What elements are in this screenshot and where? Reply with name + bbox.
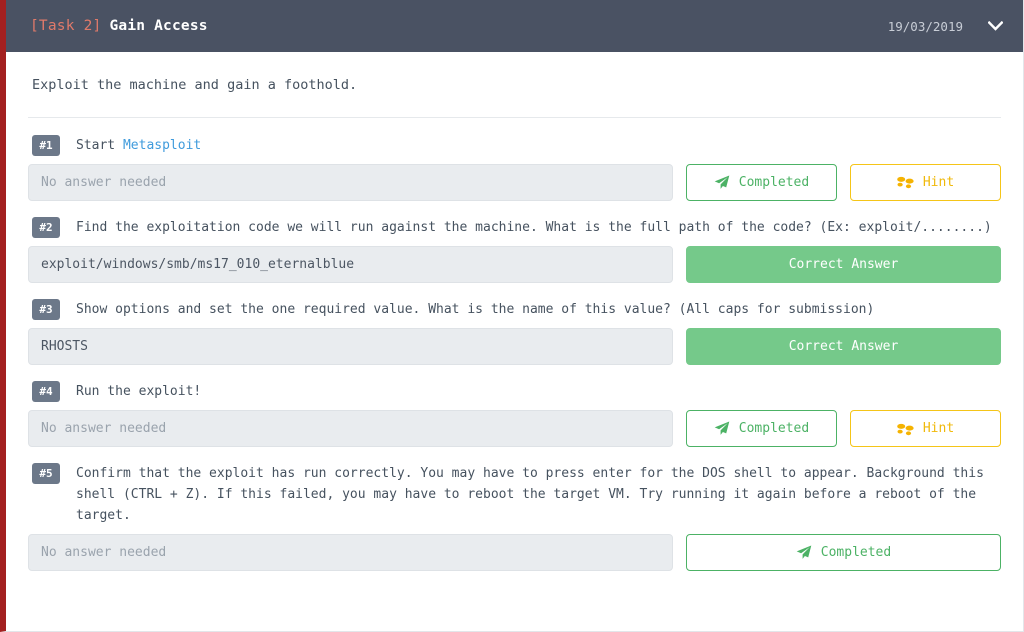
question-item: #3 Show options and set the one required … (28, 296, 1001, 366)
task-header[interactable]: [Task 2] Gain Access 19/03/2019 (6, 0, 1023, 52)
question-header: #2 Find the exploitation code we will run… (28, 214, 1001, 246)
answer-input[interactable]: No answer needed (28, 410, 673, 448)
question-number-badge: #5 (32, 463, 60, 485)
question-item: #4 Run the exploit! No answer needed Comple… (28, 378, 1001, 448)
hint-button[interactable]: Hint (850, 163, 1001, 201)
answer-row: No answer needed Completed Hint (28, 163, 1001, 201)
question-header: #4 Run the exploit! (28, 378, 1001, 410)
answer-row: exploit/windows/smb/ms17_010_eternalblue… (28, 245, 1001, 283)
question-item: #2 Find the exploitation code we will run… (28, 214, 1001, 283)
question-list: #1 Start Metasploit No answer needed Comple… (28, 118, 1001, 572)
completed-button[interactable]: Completed (686, 410, 837, 448)
button-label: Completed (738, 421, 810, 437)
question-item: #5 Confirm that the exploit has run corre… (28, 460, 1001, 572)
task-body: Exploit the machine and gain a foothold.… (6, 52, 1023, 572)
task-card: [Task 2] Gain Access 19/03/2019 Exploit t… (0, 0, 1024, 632)
question-header: #3 Show options and set the one required … (28, 296, 1001, 328)
completed-button[interactable]: Completed (686, 534, 1001, 572)
question-text-main: Run the exploit! (76, 384, 202, 400)
question-text: Confirm that the exploit has run correct… (76, 462, 1001, 526)
paper-plane-icon (796, 545, 812, 560)
question-header: #1 Start Metasploit (28, 132, 1001, 164)
question-number-badge: #1 (32, 134, 60, 156)
question-text: Run the exploit! (76, 380, 201, 402)
question-text: Start Metasploit (76, 134, 201, 156)
button-label: Hint (922, 421, 955, 437)
shoe-prints-icon (897, 422, 914, 436)
answer-input[interactable]: No answer needed (28, 534, 673, 572)
task-description: Exploit the machine and gain a foothold. (28, 52, 1001, 118)
question-item: #1 Start Metasploit No answer needed Comple… (28, 132, 1001, 201)
question-text-main: Show options and set the one required va… (76, 301, 875, 317)
button-label: Correct Answer (788, 339, 899, 355)
answer-row: No answer needed Completed (28, 534, 1001, 572)
button-label: Completed (820, 545, 892, 561)
page-title: Gain Access (109, 18, 208, 34)
answer-input[interactable]: No answer needed (28, 163, 673, 201)
button-label: Correct Answer (788, 256, 899, 272)
question-text: Find the exploitation code we will run a… (76, 216, 992, 238)
question-link[interactable]: Metasploit (123, 138, 201, 153)
question-text: Show options and set the one required va… (76, 298, 874, 320)
button-label: Completed (738, 174, 810, 190)
completed-button[interactable]: Completed (686, 163, 837, 201)
answer-input[interactable]: exploit/windows/smb/ms17_010_eternalblue (28, 245, 673, 283)
correct-answer-button[interactable]: Correct Answer (686, 245, 1001, 283)
button-label: Hint (922, 174, 955, 190)
question-text-main: Start (76, 137, 123, 153)
answer-input[interactable]: RHOSTS (28, 328, 673, 366)
question-header: #5 Confirm that the exploit has run corre… (28, 460, 1001, 534)
question-number-badge: #4 (32, 381, 60, 403)
task-date: 19/03/2019 (887, 18, 963, 34)
answer-row: No answer needed Completed Hint (28, 410, 1001, 448)
chevron-down-icon[interactable] (985, 16, 1005, 36)
paper-plane-icon (714, 175, 730, 190)
task-header-title: [Task 2] Gain Access (30, 18, 888, 34)
answer-row: RHOSTS Correct Answer (28, 328, 1001, 366)
question-number-badge: #2 (32, 216, 60, 238)
task-number-tag: [Task 2] (30, 18, 102, 34)
question-text-main: Confirm that the exploit has run correct… (76, 466, 984, 524)
paper-plane-icon (714, 421, 730, 436)
correct-answer-button[interactable]: Correct Answer (686, 328, 1001, 366)
hint-button[interactable]: Hint (850, 410, 1001, 448)
shoe-prints-icon (897, 175, 914, 189)
question-text-main: Find the exploitation code we will run a… (76, 219, 992, 235)
question-number-badge: #3 (32, 298, 60, 320)
